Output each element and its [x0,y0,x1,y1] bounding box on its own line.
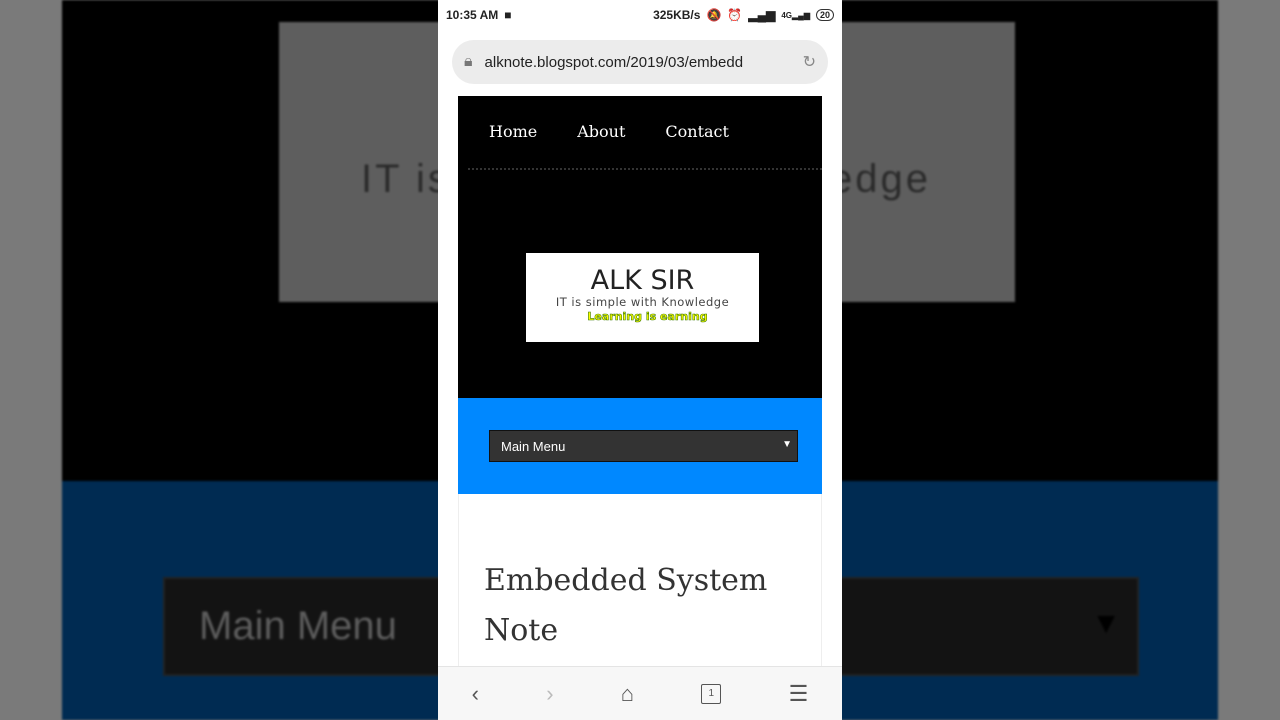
phone-screen: 10:35 AM ■ 325KB/s 🔕 ⏰ ▂▄▆ 4G▂▄▆ 20 🔒︎ al… [438,0,842,720]
bg-menu-label: Main Menu [199,604,397,648]
bg-logo-text-right: edge [830,157,931,201]
divider [468,168,822,170]
site-header: Home About Contact ALK SIR IT is simple … [458,96,822,398]
logo-slogan: Learning is earning [587,310,708,324]
signal-4g-icon: 4G▂▄▆ [781,10,810,20]
lock-icon: 🔒︎ [464,53,473,70]
dropdown-arrow-icon: ▼ [782,439,792,450]
nav-about[interactable]: About [577,122,625,141]
browser-toolbar: ‹ › ⌂ 1 ☰ [438,666,842,720]
signal-icon: ▂▄▆ [748,8,776,22]
nav-contact[interactable]: Contact [665,122,729,141]
logo-title: ALK SIR [590,265,695,296]
nav-home[interactable]: Home [489,122,537,141]
home-icon[interactable]: ⌂ [621,681,634,707]
network-speed: 325KB/s [653,8,701,22]
select-value: Main Menu [501,439,566,454]
battery-icon: 20 [815,9,834,21]
menu-icon[interactable]: ☰ [789,681,809,707]
address-bar[interactable]: 🔒︎ alknote.blogspot.com/2019/03/embedd ↻ [452,40,828,84]
back-icon[interactable]: ‹ [472,681,479,707]
web-page: Home About Contact ALK SIR IT is simple … [458,96,822,668]
alarm-icon: ⏰ [727,8,743,22]
forward-icon[interactable]: › [546,681,553,707]
clock: 10:35 AM [446,8,499,22]
bg-dropdown-arrow-icon: ▼ [1091,607,1121,640]
tabs-button[interactable]: 1 [701,683,722,704]
reload-icon[interactable]: ↻ [803,52,816,72]
status-bar: 10:35 AM ■ 325KB/s 🔕 ⏰ ▂▄▆ 4G▂▄▆ 20 [438,0,842,30]
article: Embedded System Note [458,494,822,668]
main-menu-select[interactable]: Main Menu ▼ [489,430,798,462]
logo-tagline: IT is simple with Knowledge [555,295,730,309]
menu-band: Main Menu ▼ [458,398,822,494]
site-logo[interactable]: ALK SIR IT is simple with Knowledge Lear… [526,253,759,342]
url-text[interactable]: alknote.blogspot.com/2019/03/embedd [485,54,803,71]
mute-bell-icon: 🔕 [706,8,722,22]
post-title[interactable]: Embedded System Note [484,556,796,656]
video-recording-icon: ■ [504,8,512,22]
